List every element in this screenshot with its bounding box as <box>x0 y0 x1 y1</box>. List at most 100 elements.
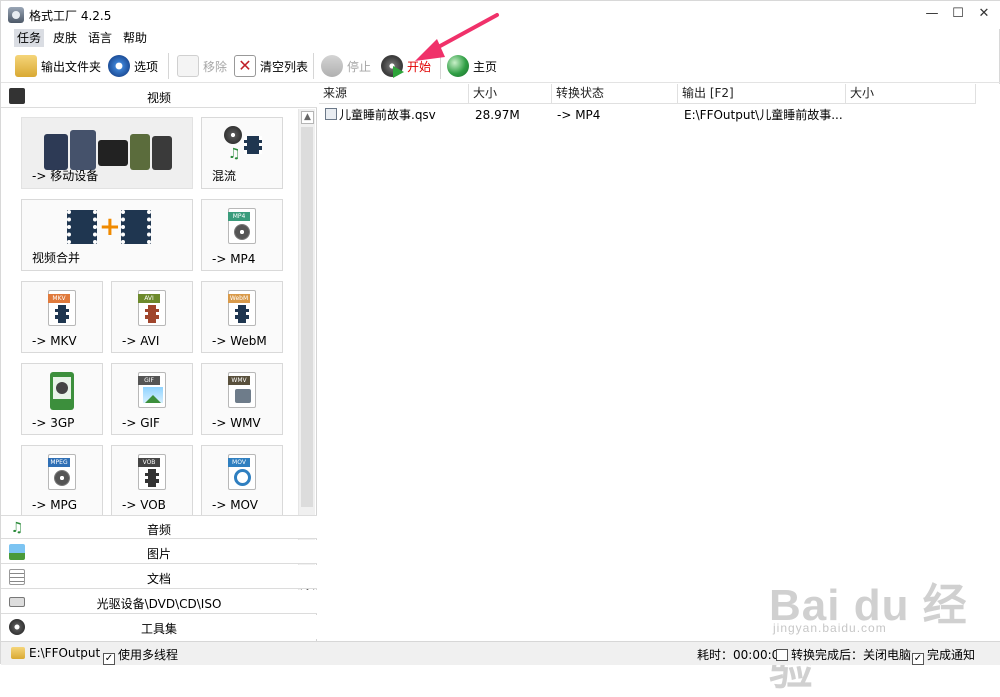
tile-mpg-label: -> MPG <box>32 498 78 512</box>
tile-3gp-label: -> 3GP <box>32 416 75 430</box>
start-icon <box>381 55 404 78</box>
vob-badge: VOB <box>138 458 160 467</box>
tile-video-merge[interactable]: + 视频合并 <box>21 199 193 271</box>
row-output: E:\FFOutput\儿童睡前故事... <box>684 108 843 122</box>
checkbox-unchecked-icon <box>776 649 788 661</box>
tile-mux-label: 混流 <box>212 169 237 183</box>
options-icon <box>108 55 130 77</box>
category-picture-label: 图片 <box>146 547 171 561</box>
scrollbar-thumb[interactable] <box>301 127 313 507</box>
mp4-badge: MP4 <box>228 212 250 221</box>
output-folder-button[interactable]: 输出文件夹 <box>15 52 101 80</box>
menu-language[interactable]: 语言 <box>85 29 115 47</box>
clear-list-button[interactable]: ✕ 清空列表 <box>234 52 308 80</box>
category-video-label: 视频 <box>146 91 171 105</box>
webm-badge: WebM <box>228 294 250 303</box>
stop-button[interactable]: 停止 <box>321 52 371 80</box>
tile-merge-label: 视频合并 <box>32 251 81 265</box>
tile-webm[interactable]: WebM -> WebM <box>201 281 283 353</box>
options-button[interactable]: 选项 <box>108 52 158 80</box>
category-audio[interactable]: ♫ 音频 <box>1 515 317 539</box>
menu-help[interactable]: 帮助 <box>120 29 150 47</box>
tile-avi-label: -> AVI <box>122 334 160 348</box>
tile-webm-label: -> WebM <box>212 334 267 348</box>
mov-badge: MOV <box>228 458 250 467</box>
category-picture[interactable]: 图片 <box>1 540 317 564</box>
stop-label: 停止 <box>347 59 372 74</box>
gif-file-icon: GIF <box>138 372 166 408</box>
category-rom-label: 光驱设备\DVD\CD\ISO <box>96 597 222 611</box>
menu-task[interactable]: 任务 <box>14 29 45 47</box>
output-path[interactable]: E:\FFOutput <box>29 646 100 660</box>
scroll-up-icon[interactable]: ▲ <box>301 111 314 124</box>
category-tools[interactable]: 工具集 <box>1 615 317 639</box>
mov-file-icon: MOV <box>228 454 256 490</box>
output-folder-label: 输出文件夹 <box>41 59 102 74</box>
mkv-file-icon: MKV <box>48 290 76 326</box>
close-button[interactable]: ✕ <box>969 3 999 25</box>
row-size: 28.97M <box>475 108 520 122</box>
multithread-label: 使用多线程 <box>118 648 179 662</box>
row-output-size <box>851 106 971 124</box>
mpg-badge: MPEG <box>48 458 70 467</box>
status-bar: E:\FFOutput ✓ 使用多线程 耗时：00:00:00 转换完成后：关闭电… <box>1 641 1000 665</box>
category-rom-device[interactable]: 光驱设备\DVD\CD\ISO <box>1 590 317 614</box>
elapsed-time: 耗时：00:00:00 <box>697 648 787 662</box>
menu-skin[interactable]: 皮肤 <box>50 29 80 47</box>
tile-vob[interactable]: VOB -> VOB <box>111 445 193 517</box>
mobile-devices-icon <box>44 130 172 170</box>
gif-badge: GIF <box>138 376 160 385</box>
tile-3gp[interactable]: -> 3GP <box>21 363 103 435</box>
tile-gif[interactable]: GIF -> GIF <box>111 363 193 435</box>
window-title: 格式工厂 4.2.5 <box>29 9 112 23</box>
tile-vob-label: -> VOB <box>122 498 166 512</box>
category-video[interactable]: 视频 <box>1 84 317 108</box>
after-done-label: 转换完成后：关闭电脑 <box>791 648 912 662</box>
table-row[interactable]: 儿童睡前故事.qsv 28.97M -> MP4 E:\FFOutput\儿童睡… <box>319 84 979 126</box>
category-document[interactable]: 文档 <box>1 565 317 589</box>
row-status: -> MP4 <box>557 108 601 122</box>
3gp-file-icon <box>50 372 74 410</box>
file-icon <box>325 108 337 120</box>
tile-mov-label: -> MOV <box>212 498 258 512</box>
tile-mkv-label: -> MKV <box>32 334 77 348</box>
remove-icon <box>177 55 199 77</box>
notify-label: 完成通知 <box>927 648 976 662</box>
stop-icon <box>321 55 343 77</box>
tile-mpg[interactable]: MPEG -> MPG <box>21 445 103 517</box>
tile-mkv[interactable]: MKV -> MKV <box>21 281 103 353</box>
tile-wmv[interactable]: WMV -> WMV <box>201 363 283 435</box>
tile-mobile-device[interactable]: -> 移动设备 <box>21 117 193 189</box>
multithread-checkbox[interactable]: ✓ 使用多线程 <box>103 646 178 665</box>
tile-mp4[interactable]: MP4 -> MP4 <box>201 199 283 271</box>
app-window: 格式工厂 4.2.5 — ☐ ✕ 任务 皮肤 语言 帮助 输出文件夹 选项 移除… <box>0 0 1000 694</box>
tile-mp4-label: -> MP4 <box>212 252 256 266</box>
remove-button[interactable]: 移除 <box>177 52 227 80</box>
row-source: 儿童睡前故事.qsv <box>339 108 436 122</box>
category-tools-label: 工具集 <box>140 622 177 636</box>
toolbar-divider <box>168 53 169 79</box>
clear-list-label: 清空列表 <box>260 59 309 74</box>
toolbar-divider <box>313 53 314 79</box>
folder-icon <box>15 55 37 77</box>
tile-wmv-label: -> WMV <box>212 416 261 430</box>
notify-checkbox[interactable]: ✓ 完成通知 <box>912 646 975 665</box>
mpg-file-icon: MPEG <box>48 454 76 490</box>
watermark-url: jingyan.baidu.com <box>773 621 887 635</box>
category-panel: 视频 -> 移动设备 ♫ 混流 + 视频合并 MP4 -> MP4 MKV ->… <box>1 84 317 641</box>
tile-mov[interactable]: MOV -> MOV <box>201 445 283 517</box>
tile-mux[interactable]: ♫ 混流 <box>201 117 283 189</box>
avi-file-icon: AVI <box>138 290 166 326</box>
remove-label: 移除 <box>203 59 228 74</box>
file-list: 来源 大小 转换状态 输出 [F2] 大小 儿童睡前故事.qsv 28.97M … <box>319 84 1000 641</box>
category-audio-label: 音频 <box>146 523 171 537</box>
mux-icon: ♫ <box>224 126 264 162</box>
after-done-checkbox[interactable]: 转换完成后：关闭电脑 <box>776 646 911 663</box>
tile-gif-label: -> GIF <box>122 416 160 430</box>
checkbox-checked-icon: ✓ <box>103 653 115 665</box>
clear-list-icon: ✕ <box>234 55 256 77</box>
video-merge-icon: + <box>67 210 151 244</box>
mkv-badge: MKV <box>48 294 70 303</box>
tile-mobile-label: -> 移动设备 <box>32 169 99 183</box>
tile-avi[interactable]: AVI -> AVI <box>111 281 193 353</box>
